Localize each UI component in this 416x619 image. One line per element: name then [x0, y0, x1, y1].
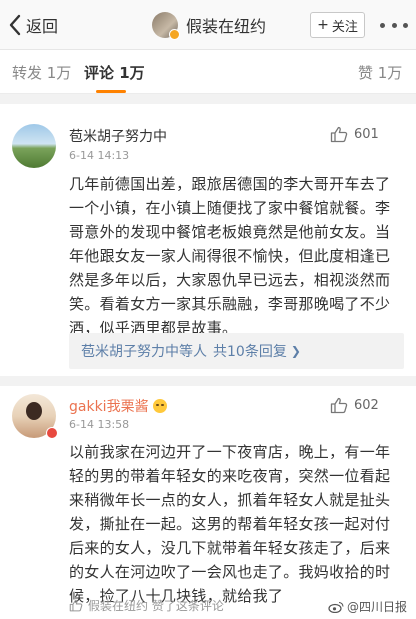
like-button[interactable]: 601 [330, 126, 379, 143]
comment-username[interactable]: gakki我栗酱 [69, 396, 149, 416]
comment-item: gakki我栗酱 6-14 13:58 602 以前我家在河边开了一下夜宵店，晚… [0, 386, 416, 619]
verified-badge-icon [169, 29, 180, 40]
vip-badge-icon [46, 427, 58, 439]
reply-summary: 苞米胡子努力中等人 [81, 344, 207, 360]
like-count: 602 [354, 398, 379, 413]
section-divider [0, 376, 416, 386]
comment-time: 6-14 13:58 [69, 418, 130, 431]
tab-bar: 转发 1万 评论 1万 赞 1万 [0, 50, 416, 94]
view-replies-button[interactable]: 苞米胡子努力中等人 共10条回复 ❯ [69, 333, 404, 369]
comment-text: 以前我家在河边开了一下夜宵店，晚上，有一年轻的男的带着年轻女的来吃夜宵，突然一位… [69, 443, 391, 605]
plus-icon: + [317, 17, 329, 33]
thumbs-up-icon [330, 397, 348, 414]
like-count: 601 [354, 127, 379, 142]
watermark-text: @四川日报 [347, 600, 408, 614]
page-title: 假装在纽约 [186, 17, 267, 36]
like-button[interactable]: 602 [330, 397, 379, 414]
watermark: @四川日报 [328, 598, 407, 615]
smile-emoji-icon [152, 399, 167, 413]
comment-time: 6-14 14:13 [69, 149, 130, 162]
thumbs-up-icon [69, 599, 83, 612]
tab-comments[interactable]: 评论 1万 [84, 62, 145, 83]
avatar[interactable] [12, 124, 56, 168]
follow-label: 关注 [331, 19, 358, 35]
back-button[interactable]: 返回 [8, 12, 58, 38]
section-divider [0, 94, 416, 104]
liked-by-text: 假装在纽约 赞了这条评论 [88, 599, 224, 613]
back-label: 返回 [26, 17, 59, 36]
avatar [152, 12, 180, 40]
chevron-left-icon [9, 14, 21, 36]
tab-reposts[interactable]: 转发 1万 [12, 62, 71, 83]
nav-bar: 返回 假装在纽约 + 关注 [0, 0, 416, 50]
tab-likes[interactable]: 赞 1万 [358, 62, 402, 83]
chevron-right-icon: ❯ [290, 344, 301, 358]
thumbs-up-icon [330, 126, 348, 143]
comment-username[interactable]: 苞米胡子努力中 [69, 126, 167, 146]
more-icon[interactable] [380, 14, 408, 36]
comment-item: 苞米胡子努力中 6-14 14:13 601 几年前德国出差，跟旅居德国的李大哥… [0, 104, 416, 374]
liked-by-author: 假装在纽约 赞了这条评论 [69, 597, 224, 614]
nav-account[interactable]: 假装在纽约 [152, 10, 266, 40]
weibo-logo-icon [328, 601, 344, 613]
tab-indicator [96, 90, 126, 93]
follow-button[interactable]: + 关注 [310, 12, 365, 38]
reply-count: 共10条回复 [213, 344, 287, 360]
comment-user-row: gakki我栗酱 [69, 396, 167, 416]
comment-text: 几年前德国出差，跟旅居德国的李大哥开车去了一个小镇，在小镇上随便找了家中餐馆就餐… [69, 175, 391, 337]
